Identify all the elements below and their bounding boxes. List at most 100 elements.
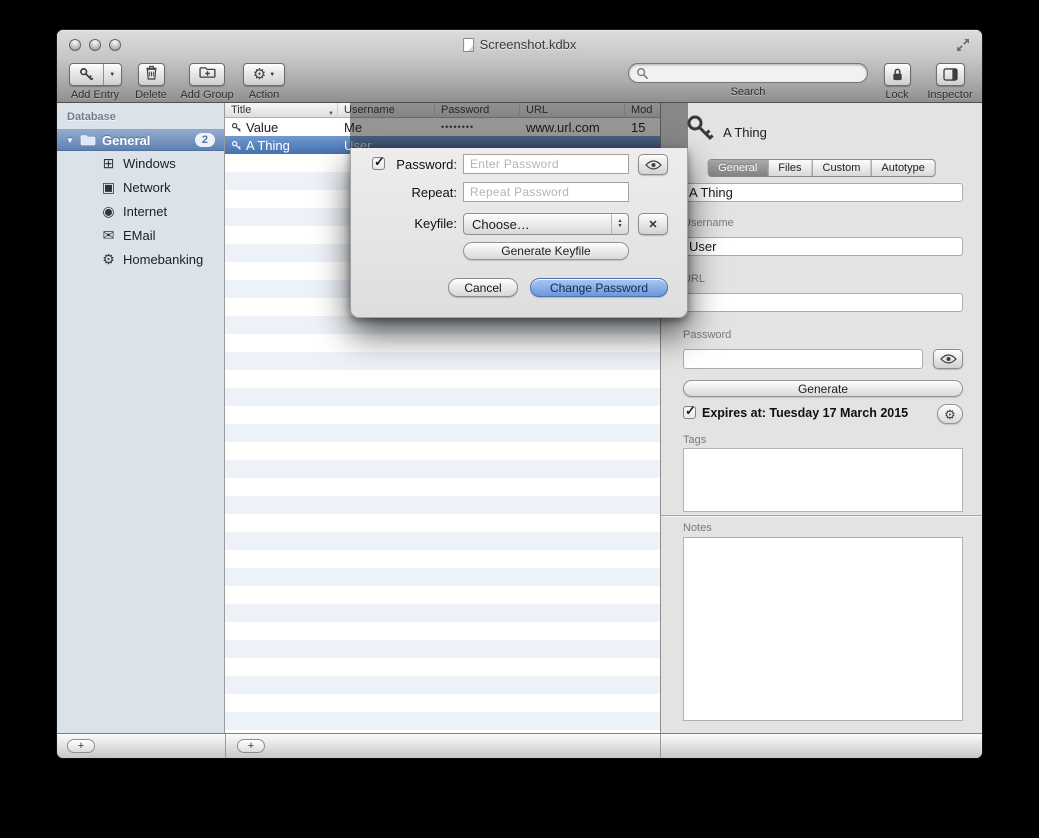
dialog-reveal-password-button[interactable] <box>638 154 668 175</box>
title-field[interactable] <box>683 183 963 202</box>
lock-button[interactable] <box>884 63 911 86</box>
dialog-keyfile-label: Keyfile: <box>351 216 457 231</box>
window-title: Screenshot.kdbx <box>480 37 577 52</box>
dialog-repeat-input[interactable] <box>463 182 629 202</box>
chevron-down-icon[interactable]: ▼ <box>103 64 121 85</box>
dialog-password-input[interactable] <box>463 154 629 174</box>
sort-indicator-icon: ▼ <box>328 107 334 118</box>
entry-title: A Thing <box>246 138 290 153</box>
folder-icon <box>80 134 96 146</box>
sidebar-group-label: General <box>102 133 150 148</box>
document-icon <box>463 38 474 52</box>
windows-group-icon: ⊞ <box>100 155 117 172</box>
homebanking-group-icon: ⚙ <box>100 251 117 268</box>
inspector-toggle-button[interactable] <box>936 63 965 86</box>
keyfile-popup-button[interactable]: Choose… ▲ ▼ <box>463 213 629 235</box>
sidebar-items: ⊞ Windows ▣ Network ◉ Internet ✉ EMail <box>57 151 224 271</box>
eye-icon <box>645 160 662 170</box>
zoom-button[interactable] <box>109 39 121 51</box>
checkmark-icon: ✓ <box>685 403 696 419</box>
add-group-label: Add Group <box>180 89 233 101</box>
window-chrome: Screenshot.kdbx ▼ Add Entry <box>57 30 982 103</box>
generate-password-button[interactable]: Generate <box>683 380 963 397</box>
sidebar-item-network[interactable]: ▣ Network <box>57 175 224 199</box>
entry-title: Value <box>246 120 278 135</box>
sidebar-item-windows[interactable]: ⊞ Windows <box>57 151 224 175</box>
tab-files[interactable]: Files <box>768 160 812 176</box>
cancel-button[interactable]: Cancel <box>448 278 518 297</box>
change-password-dialog: ✓ Password: Repeat: Keyfile: Choose… ▲ ▼ <box>350 148 688 318</box>
minimize-button[interactable] <box>89 39 101 51</box>
search-icon <box>636 67 648 79</box>
entry-key-icon-large <box>685 113 715 148</box>
sidebar-item-email[interactable]: ✉ EMail <box>57 223 224 247</box>
change-password-sheet: ✓ Password: Repeat: Keyfile: Choose… ▲ ▼ <box>350 103 688 318</box>
tab-custom[interactable]: Custom <box>813 160 872 176</box>
close-x-icon: ✕ <box>648 218 657 231</box>
titlebar[interactable]: Screenshot.kdbx <box>57 30 982 60</box>
dialog-password-label: Password: <box>351 157 457 172</box>
add-entry-label: Add Entry <box>71 89 119 101</box>
username-field[interactable] <box>683 237 963 256</box>
tags-box[interactable] <box>683 448 963 512</box>
sidebar-item-homebanking[interactable]: ⚙ Homebanking <box>57 247 224 271</box>
add-group-button[interactable] <box>189 63 225 86</box>
sidebar-section-header: Database <box>67 111 116 123</box>
expires-checkbox[interactable]: ✓ <box>683 406 696 419</box>
entry-key-icon <box>231 122 242 133</box>
reveal-password-button[interactable] <box>933 349 963 369</box>
folder-plus-icon <box>199 66 216 84</box>
generate-keyfile-button[interactable]: Generate Keyfile <box>463 242 629 260</box>
bottom-bar-separator <box>225 734 226 758</box>
padlock-icon <box>891 67 904 82</box>
chevron-down-icon: ▼ <box>269 72 275 78</box>
clear-keyfile-button[interactable]: ✕ <box>638 213 668 235</box>
tab-autotype[interactable]: Autotype <box>871 160 934 176</box>
bottom-bar-separator <box>660 734 661 758</box>
lock-label: Lock <box>885 89 908 101</box>
sidebar-item-label: Windows <box>123 156 176 171</box>
add-entry-footer-button[interactable]: + <box>237 739 265 753</box>
inspector-entry-title: A Thing <box>723 125 767 140</box>
expires-label: Expires at: Tuesday 17 March 2015 <box>702 406 908 420</box>
action-toolbar-item: ⚙ ▼ Action <box>239 63 289 101</box>
sidebar-group-general[interactable]: ▼ General 2 <box>57 129 224 151</box>
keyfile-popup-value: Choose… <box>472 217 530 232</box>
add-entry-toolbar-item: ▼ Add Entry <box>63 63 127 101</box>
gear-icon: ⚙ <box>253 67 266 82</box>
bottom-bar: + + <box>57 733 982 758</box>
inspector-divider <box>661 515 982 516</box>
url-field[interactable] <box>683 293 963 312</box>
lock-toolbar-item: Lock <box>873 63 921 101</box>
delete-label: Delete <box>135 89 167 101</box>
add-entry-button[interactable]: ▼ <box>69 63 122 86</box>
sidebar: Database ▼ General 2 ⊞ Windows ▣ <box>57 103 225 733</box>
tab-general[interactable]: General <box>708 160 768 176</box>
eye-icon <box>940 354 957 364</box>
email-group-icon: ✉ <box>100 227 117 244</box>
sidebar-item-label: Internet <box>123 204 167 219</box>
inspector-panel: A Thing General Files Custom Autotype Us… <box>660 103 982 733</box>
traffic-lights <box>69 39 121 51</box>
delete-button[interactable] <box>138 63 165 86</box>
notes-box[interactable] <box>683 537 963 721</box>
search-input[interactable] <box>652 66 860 80</box>
dialog-repeat-label: Repeat: <box>351 185 457 200</box>
fullscreen-icon[interactable] <box>956 38 972 54</box>
disclosure-triangle-icon[interactable]: ▼ <box>66 136 76 145</box>
password-label: Password <box>683 329 731 341</box>
entry-key-icon <box>231 140 242 151</box>
close-button[interactable] <box>69 39 81 51</box>
app-window: Screenshot.kdbx ▼ Add Entry <box>57 30 982 758</box>
password-field[interactable] <box>683 349 923 369</box>
search-field[interactable] <box>628 63 868 83</box>
column-header-title[interactable]: Title ▼ <box>225 103 338 118</box>
sidebar-item-label: Homebanking <box>123 252 203 267</box>
expires-options-button[interactable]: ⚙ <box>937 404 963 424</box>
add-group-footer-button[interactable]: + <box>67 739 95 753</box>
change-password-button[interactable]: Change Password <box>530 278 668 297</box>
sidebar-item-internet[interactable]: ◉ Internet <box>57 199 224 223</box>
action-button[interactable]: ⚙ ▼ <box>243 63 285 86</box>
action-label: Action <box>249 89 280 101</box>
key-icon <box>70 64 103 85</box>
